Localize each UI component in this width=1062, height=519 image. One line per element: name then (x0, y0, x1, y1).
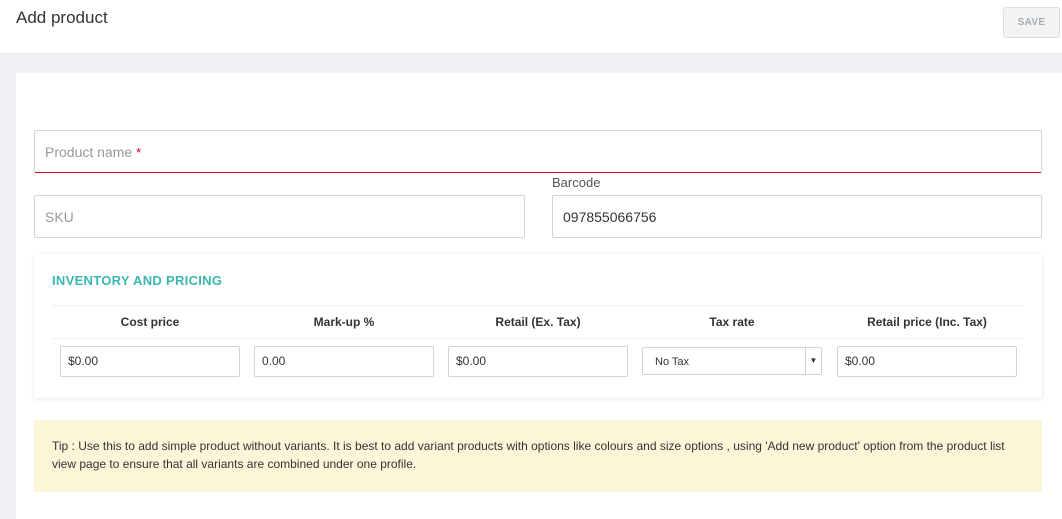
tax-rate-value: No Tax (655, 356, 690, 368)
tax-rate-select[interactable]: No Tax ▼ (642, 347, 822, 375)
barcode-value: 097855066756 (563, 209, 657, 225)
retail-inc-tax-input[interactable]: $0.00 (837, 346, 1017, 377)
tip-box: Tip : Use this to add simple product wit… (34, 420, 1042, 492)
product-name-placeholder: Product name (45, 144, 133, 160)
tip-text: Tip : Use this to add simple product wit… (52, 439, 1005, 471)
inventory-pricing-section: INVENTORY AND PRICING Cost price Mark-up… (34, 254, 1042, 398)
sku-placeholder: SKU (45, 209, 74, 225)
required-marker: * (136, 145, 142, 160)
page-title: Add product (16, 8, 108, 27)
save-button[interactable]: SAVE (1003, 7, 1060, 38)
divider (52, 338, 1024, 339)
retail-inc-tax-value: $0.00 (845, 354, 876, 368)
markup-input[interactable]: 0.00 (254, 346, 434, 377)
top-bar: Add product SAVE (0, 0, 1062, 54)
sku-input[interactable]: SKU (34, 195, 525, 238)
retail-ex-tax-header: Retail (Ex. Tax) (495, 315, 581, 329)
cost-price-value: $0.00 (68, 354, 99, 368)
cost-price-input[interactable]: $0.00 (60, 346, 240, 377)
markup-header: Mark-up % (313, 315, 375, 329)
barcode-label: Barcode (552, 175, 601, 190)
divider (52, 305, 1024, 306)
caret-down-icon[interactable]: ▼ (805, 348, 821, 374)
tax-rate-header: Tax rate (709, 315, 755, 329)
cost-price-header: Cost price (120, 315, 180, 329)
inventory-section-title: INVENTORY AND PRICING (52, 273, 223, 288)
product-form-card: Product name * SKU Barcode 097855066756 I… (16, 73, 1062, 519)
barcode-input[interactable]: 097855066756 (552, 195, 1042, 238)
retail-inc-tax-header: Retail price (Inc. Tax) (867, 315, 987, 329)
retail-ex-tax-value: $0.00 (456, 354, 487, 368)
markup-value: 0.00 (262, 354, 286, 368)
product-name-input[interactable]: Product name * (34, 130, 1042, 173)
retail-ex-tax-input[interactable]: $0.00 (448, 346, 628, 377)
